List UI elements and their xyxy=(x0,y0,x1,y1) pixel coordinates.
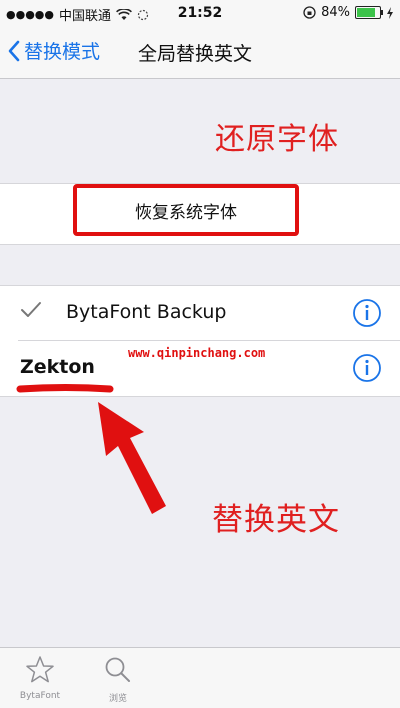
annotation-replace-hint: 替换英文 xyxy=(212,502,340,538)
back-button-label: 替换模式 xyxy=(24,41,101,63)
tab-label: BytaFont xyxy=(19,691,61,701)
checkmark-icon xyxy=(21,302,41,317)
status-bar: ●●●●● 中国联通 21:52 84% xyxy=(0,0,400,26)
orientation-lock-icon xyxy=(303,6,316,19)
tab-browse[interactable]: 浏览 xyxy=(88,654,148,704)
tab-bytafont[interactable]: BytaFont xyxy=(10,654,70,701)
status-right: 84% xyxy=(303,5,394,20)
battery-icon xyxy=(355,6,383,19)
restore-row: 恢复系统字体 xyxy=(0,183,400,245)
back-button[interactable]: 替换模式 xyxy=(8,37,100,64)
list-item-label: BytaFont Backup xyxy=(66,301,227,323)
info-icon[interactable] xyxy=(352,298,382,328)
info-icon[interactable] xyxy=(352,353,382,383)
list-item-label: Zekton xyxy=(20,356,95,378)
page-title: 全局替换英文 xyxy=(138,43,253,65)
star-icon xyxy=(26,656,54,683)
tab-label: 浏览 xyxy=(108,694,127,704)
navigation-bar: 替换模式 全局替换英文 xyxy=(0,26,400,79)
search-icon xyxy=(105,657,130,682)
charging-icon xyxy=(387,6,393,19)
tab-bar: BytaFont 浏览 xyxy=(0,647,400,708)
chevron-left-icon xyxy=(8,40,20,61)
annotation-arrow-icon xyxy=(98,402,166,514)
annotation-underline xyxy=(16,384,114,393)
battery-percent: 84% xyxy=(321,5,350,20)
annotation-restore-hint: 还原字体 xyxy=(215,122,339,157)
list-item-bytafont-backup[interactable]: BytaFont Backup xyxy=(0,286,400,341)
restore-system-font-label: 恢复系统字体 xyxy=(135,202,237,223)
watermark-text: www.qinpinchang.com xyxy=(128,346,266,360)
restore-system-font-button[interactable]: 恢复系统字体 xyxy=(73,184,299,236)
font-list: BytaFont Backup Zekton xyxy=(0,285,400,397)
